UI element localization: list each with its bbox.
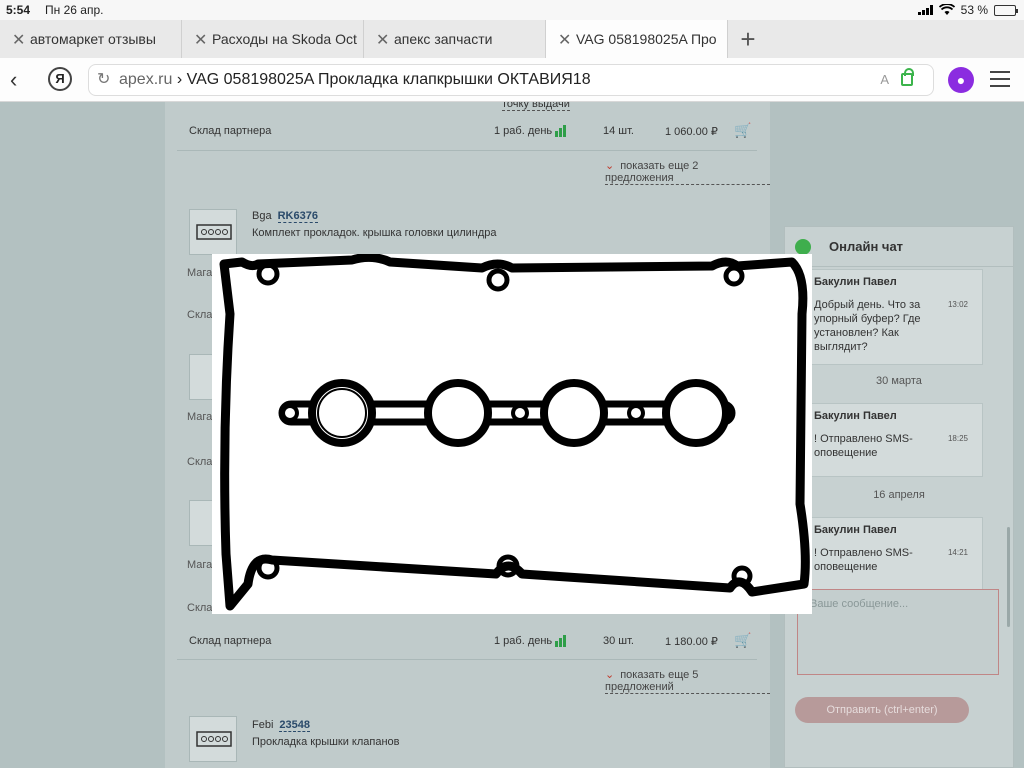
chat-message-input[interactable]: Ваше сообщение...: [797, 589, 999, 675]
cart-icon[interactable]: 🛒: [734, 632, 751, 649]
chat-title: Онлайн чат: [829, 239, 904, 254]
back-arrow-icon[interactable]: ‹: [10, 67, 34, 92]
delivery-text: 1 раб. день: [494, 635, 553, 647]
url-page-title: VAG 058198025A Прокладка клапкрышки ОКТА…: [186, 71, 591, 88]
battery-icon: [994, 4, 1018, 16]
chevron-down-icon: ⌄: [605, 160, 615, 172]
gasket-image-popup[interactable]: [212, 252, 812, 614]
lock-icon: [901, 68, 914, 86]
chevron-down-icon: ⌄: [605, 669, 615, 681]
message-text: ! Отправлено SMS-оповещение: [814, 433, 913, 459]
chat-message: Бакулин Павел Добрый день. Что за упорны…: [809, 269, 983, 365]
plus-icon: +: [740, 23, 756, 54]
message-author: Бакулин Павел: [814, 524, 897, 536]
price: 1 060.00 ₽: [665, 126, 718, 138]
chat-day-separator: 30 марта: [876, 375, 922, 387]
product-brand: Bga RK6376: [252, 210, 318, 223]
tab-label: автомаркет отзывы: [30, 31, 156, 47]
divider: [177, 150, 757, 151]
status-date: Пн 26 апр.: [45, 3, 104, 17]
chat-message: Бакулин Павел ! Отправлено SMS-оповещени…: [809, 403, 983, 477]
tab-label: апекс запчасти: [394, 31, 493, 47]
message-text: ! Отправлено SMS-оповещение: [814, 547, 913, 573]
microphone-icon[interactable]: ●: [948, 67, 974, 93]
show-more-offers-link[interactable]: ⌄ показать еще 2 предложения: [605, 159, 770, 185]
chat-message: Бакулин Павел ! Отправлено SMS-оповещени…: [809, 517, 983, 591]
chat-header[interactable]: Онлайн чат: [785, 227, 1013, 267]
close-icon[interactable]: ✕: [12, 30, 25, 50]
pickup-point-link[interactable]: точку выдачи: [502, 102, 570, 111]
url-field[interactable]: ↻ apex.ru › VAG 058198025A Прокладка кла…: [88, 64, 934, 96]
message-author: Бакулин Павел: [814, 276, 897, 288]
hamburger-menu-icon[interactable]: [990, 71, 1010, 92]
show-more-offers-link[interactable]: ⌄ показать еще 5 предложений: [605, 668, 770, 694]
delivery-text: 1 раб. день: [494, 125, 553, 137]
tab-skoda[interactable]: ✕ Расходы на Skoda Oct: [182, 20, 364, 58]
availability-bars-icon: [555, 635, 567, 648]
tab-vag-active[interactable]: ✕ VAG 058198025A Про: [546, 20, 728, 58]
product-description: Прокладка крышки клапанов: [252, 736, 400, 748]
product-thumbnail[interactable]: [189, 716, 237, 762]
url-host: apex.ru: [119, 71, 173, 88]
brand-name: Bga: [252, 210, 272, 222]
wifi-icon: [938, 4, 955, 15]
tab-bar: ✕ автомаркет отзывы ✕ Расходы на Skoda O…: [0, 20, 1024, 58]
online-chat-panel: Онлайн чат Бакулин Павел Добрый день. Чт…: [784, 226, 1014, 768]
store-name: Склад партнера: [189, 635, 272, 647]
delivery-time: 1 раб. день: [494, 635, 567, 648]
price: 1 180.00 ₽: [665, 636, 718, 648]
message-time: 13:02: [947, 300, 968, 309]
tab-label: VAG 058198025A Про: [576, 31, 717, 47]
gasket-thumb-icon: [196, 731, 232, 747]
tab-label: Расходы на Skoda Oct: [212, 31, 357, 47]
store-stub: Мага: [187, 411, 213, 423]
delivery-time: 1 раб. день: [494, 125, 567, 138]
message-text: Добрый день. Что за упорный буфер? Где у…: [814, 299, 921, 353]
product-code-link[interactable]: 23548: [279, 719, 310, 732]
store-stub: Мага: [187, 559, 213, 571]
show-more-label: показать еще 2 предложения: [605, 160, 699, 184]
status-time: 5:54: [6, 3, 31, 17]
divider: [177, 659, 757, 660]
new-tab-button[interactable]: +: [728, 20, 768, 58]
gasket-thumb-icon: [196, 224, 232, 240]
message-author: Бакулин Павел: [814, 410, 897, 422]
cart-icon[interactable]: 🛒: [734, 122, 751, 139]
status-bar: 5:54 Пн 26 апр. 53 %: [0, 0, 1024, 20]
message-time: 14:21: [947, 548, 968, 557]
cellular-signal-icon: [917, 5, 933, 15]
availability-bars-icon: [555, 125, 567, 138]
chat-send-button[interactable]: Отправить (ctrl+enter): [795, 697, 969, 723]
chat-day-separator: 16 апреля: [873, 489, 925, 501]
yandex-logo-icon[interactable]: Я: [48, 67, 72, 91]
show-more-label: показать еще 5 предложений: [605, 669, 699, 693]
url-separator: ›: [172, 71, 187, 88]
close-icon[interactable]: ✕: [376, 30, 389, 50]
status-right: 53 %: [917, 3, 1018, 17]
product-thumbnail[interactable]: [189, 209, 237, 255]
product-code-link[interactable]: RK6376: [277, 210, 318, 223]
battery-percent: 53 %: [960, 3, 988, 17]
tab-avtomarket[interactable]: ✕ автомаркет отзывы: [0, 20, 182, 58]
brand-name: Febi: [252, 719, 274, 731]
stock-qty: 14 шт.: [603, 125, 634, 137]
store-stub: Мага: [187, 267, 213, 279]
stock-qty: 30 шт.: [603, 635, 634, 647]
reload-icon[interactable]: ↻: [97, 65, 110, 95]
address-bar: ‹ Я ↻ apex.ru › VAG 058198025A Прокладка…: [0, 58, 1024, 102]
message-time: 18:25: [947, 434, 968, 443]
reader-mode-icon[interactable]: A: [880, 65, 889, 95]
chat-scrollbar[interactable]: [1007, 527, 1010, 627]
close-icon[interactable]: ✕: [558, 30, 571, 50]
online-status-icon: [795, 239, 811, 255]
product-description: Комплект прокладок. крышка головки цилин…: [252, 227, 497, 239]
product-brand: Febi 23548: [252, 719, 310, 732]
tab-apex[interactable]: ✕ апекс запчасти: [364, 20, 546, 58]
store-name: Склад партнера: [189, 125, 272, 137]
close-icon[interactable]: ✕: [194, 30, 207, 50]
valve-cover-gasket-image: [219, 252, 810, 611]
